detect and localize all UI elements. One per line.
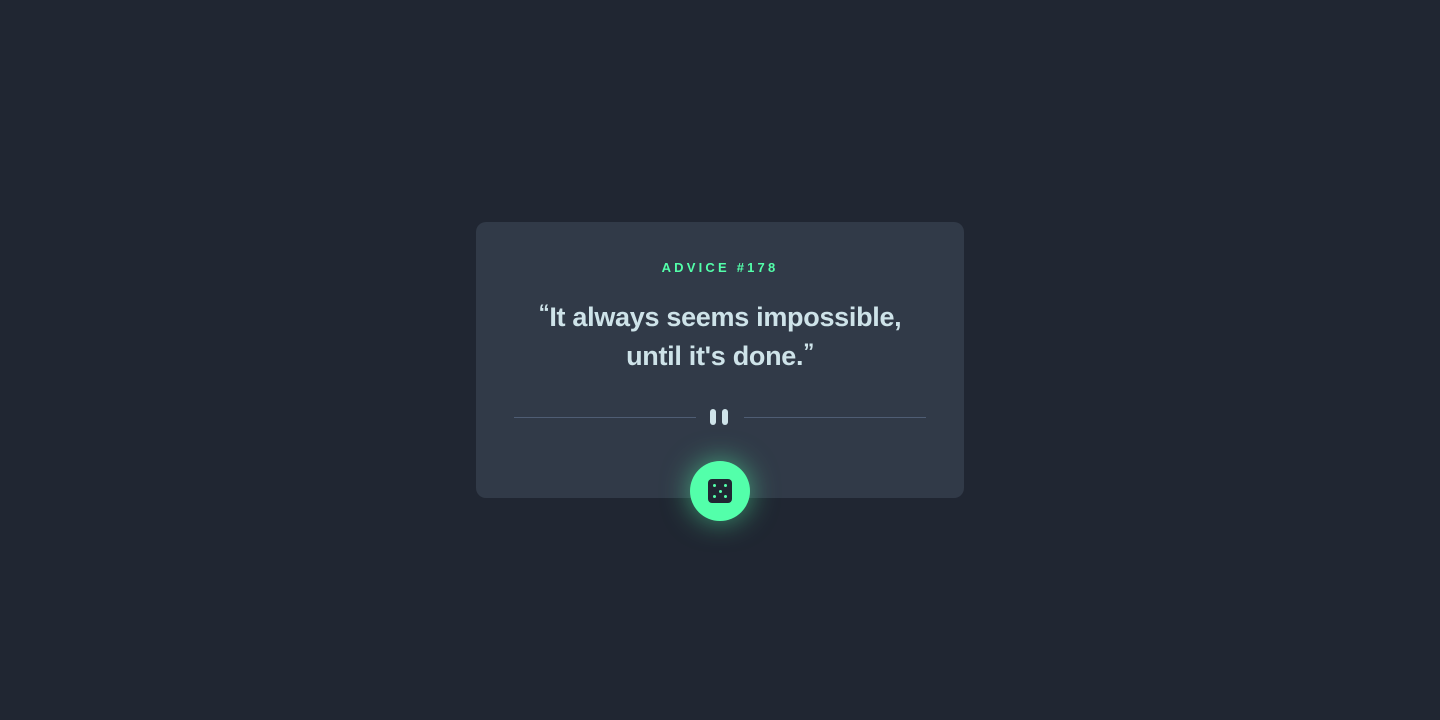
- pause-bar-right: [722, 409, 728, 425]
- new-advice-dice-button[interactable]: [690, 461, 750, 521]
- dice-dot: [713, 484, 716, 487]
- page: ADVICE #178 “It always seems impossible,…: [0, 0, 1440, 720]
- divider-line-right: [744, 417, 926, 418]
- dice-dot: [713, 495, 716, 498]
- dice-dot: [724, 495, 727, 498]
- pause-bar-left: [710, 409, 716, 425]
- advice-text: It always seems impossible, until it's d…: [549, 302, 902, 371]
- dice-dot: [724, 484, 727, 487]
- dice-icon: [708, 479, 732, 503]
- advice-quote: “It always seems impossible, until it's …: [508, 298, 932, 376]
- advice-card: ADVICE #178 “It always seems impossible,…: [476, 222, 964, 498]
- pattern-divider: [514, 409, 926, 425]
- dice-dot: [718, 489, 722, 493]
- divider-line-left: [514, 417, 696, 418]
- advice-number-label: ADVICE #178: [661, 260, 779, 275]
- open-quote-mark: “: [538, 300, 550, 325]
- close-quote-mark: ”: [803, 339, 814, 364]
- pause-icon: [710, 409, 730, 425]
